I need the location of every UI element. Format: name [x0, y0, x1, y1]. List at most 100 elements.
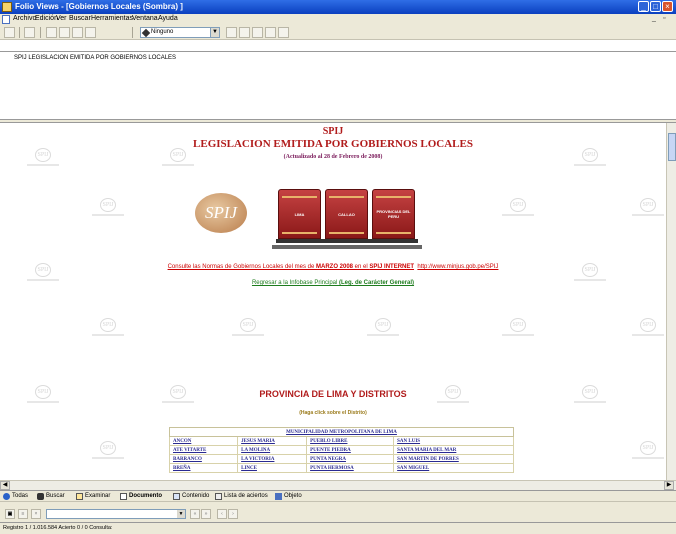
object-icon: [275, 493, 282, 500]
contents-icon[interactable]: [85, 27, 96, 38]
menu-buscar[interactable]: Buscar: [69, 15, 91, 22]
browse-icon: [76, 493, 83, 500]
district-link[interactable]: PUENTE PIEDRA: [306, 445, 395, 455]
return-link-target[interactable]: (Leg. de Carácter General): [339, 280, 414, 286]
consult-line: Consulte las Normas de Gobiernos Locales…: [167, 264, 499, 270]
district-link[interactable]: ATE VITARTE: [168, 445, 239, 455]
district-link[interactable]: JESUS MARIA: [237, 436, 308, 446]
binoculars-icon[interactable]: ▣: [5, 509, 15, 519]
district-link[interactable]: SAN LUIS: [393, 436, 514, 446]
vertical-scrollbar[interactable]: [666, 123, 676, 480]
menu-ventana[interactable]: Ventana: [132, 15, 158, 22]
watermark-logo: SPIJ: [230, 318, 266, 340]
forward-icon[interactable]: [59, 27, 70, 38]
tab-examinar[interactable]: Examinar: [75, 492, 110, 501]
spij-url-link[interactable]: http://www.minjus.gob.pe/SPIJ: [417, 264, 498, 270]
tab-todas[interactable]: Todas: [2, 492, 28, 501]
pencil-icon: [141, 28, 151, 38]
district-link[interactable]: PUEBLO LIBRE: [306, 436, 395, 446]
tab-lista-de-aciertos[interactable]: Lista de aciertos: [214, 492, 268, 501]
district-link[interactable]: BARRANCO: [168, 454, 239, 464]
tab-documento[interactable]: Documento: [119, 492, 162, 501]
menu-edicion[interactable]: Edición: [35, 15, 58, 22]
style-select[interactable]: Ninguno ▼: [140, 27, 220, 38]
district-link[interactable]: PUNTA HERMOSA: [306, 463, 395, 473]
table-header[interactable]: MUNICIPALIDAD METROPOLITANA DE LIMA: [169, 427, 514, 437]
horizontal-scrollbar[interactable]: ◀ ▶: [0, 480, 676, 490]
contents-icon: [173, 493, 180, 500]
query-input[interactable]: ▼: [46, 509, 186, 519]
scroll-left-icon[interactable]: ◀: [0, 481, 10, 490]
watermark-logo: SPIJ: [500, 198, 536, 220]
save-icon[interactable]: [4, 27, 15, 38]
scroll-thumb[interactable]: [668, 133, 676, 161]
watermark-logo: SPIJ: [630, 441, 666, 463]
district-link[interactable]: SAN MARTIN DE PORRES: [393, 454, 514, 464]
next-record-icon[interactable]: ›: [228, 509, 238, 519]
spij-brand: SPIJ: [322, 126, 344, 137]
close-button[interactable]: ×: [662, 1, 673, 12]
menu-bar: Archivo Edición Ver Buscar Herramientas …: [0, 14, 676, 25]
query-clear-icon[interactable]: ×: [31, 509, 41, 519]
shelf: [276, 239, 418, 243]
contents-entry[interactable]: SPIJ LEGISLACION EMITIDA POR GOBIERNOS L…: [14, 55, 176, 61]
document-icon: [120, 493, 127, 500]
query-options-icon[interactable]: ≡: [18, 509, 28, 519]
mdi-restore-icon[interactable]: ▫: [663, 15, 665, 22]
return-link[interactable]: Regresar a la Infobase Principal: [252, 280, 339, 286]
book-callao[interactable]: CALLAO: [325, 189, 368, 239]
document-icon[interactable]: [2, 15, 10, 24]
menu-ver[interactable]: Ver: [56, 15, 67, 22]
watermark-logo: SPIJ: [365, 318, 401, 340]
district-link[interactable]: ANCON: [168, 436, 239, 446]
watermark-logo: SPIJ: [630, 198, 666, 220]
app-icon: [2, 2, 12, 12]
highlight-icon[interactable]: [239, 27, 250, 38]
menu-archivo[interactable]: Archivo: [13, 15, 36, 22]
tab-objeto[interactable]: Objeto: [274, 492, 302, 501]
tab-contenido[interactable]: Contenido: [172, 492, 209, 501]
district-link[interactable]: PUNTA NEGRA: [306, 454, 395, 464]
help-icon[interactable]: [226, 27, 237, 38]
minimize-button[interactable]: _: [638, 1, 649, 12]
binoculars-icon: [37, 493, 44, 500]
next-hit-icon[interactable]: »: [201, 509, 211, 519]
prev-record-icon[interactable]: ‹: [217, 509, 227, 519]
table-row: ANCON JESUS MARIA PUEBLO LIBRE SAN LUIS: [168, 436, 514, 446]
district-link[interactable]: LINCE: [237, 463, 308, 473]
book-provincias[interactable]: PROVINCIAS DEL PERU: [372, 189, 415, 239]
menu-ayuda[interactable]: Ayuda: [158, 15, 178, 22]
document-pane: SPIJ SPIJ SPIJ SPIJ SPIJ SPIJ SPIJ SPIJ …: [0, 123, 666, 480]
district-link[interactable]: BREÑA: [168, 463, 239, 473]
menu-herramientas[interactable]: Herramientas: [91, 15, 133, 22]
shelf-base: [272, 245, 422, 249]
watermark-logo: SPIJ: [500, 318, 536, 340]
link-icon[interactable]: [265, 27, 276, 38]
style-select-value: Ninguno: [151, 29, 174, 35]
scroll-right-icon[interactable]: ▶: [664, 481, 674, 490]
bookmark-icon[interactable]: [278, 27, 289, 38]
districts-table: MUNICIPALIDAD METROPOLITANA DE LIMA ANCO…: [168, 427, 514, 473]
title-bar: Folio Views - [Gobiernos Locales (Sombra…: [0, 0, 676, 14]
watermark-logo: SPIJ: [630, 318, 666, 340]
mdi-minimize-icon[interactable]: _: [652, 15, 656, 22]
print-icon[interactable]: [24, 27, 35, 38]
first-hit-icon[interactable]: «: [190, 509, 200, 519]
watermark-logo: SPIJ: [90, 198, 126, 220]
district-link[interactable]: LA MOLINA: [237, 445, 308, 455]
district-link[interactable]: SANTA MARIA DEL MAR: [393, 445, 514, 455]
district-link[interactable]: SAN MIGUEL: [393, 463, 514, 473]
view-tabs: Todas Buscar Examinar Documento Contenid…: [0, 490, 676, 501]
note-icon[interactable]: [252, 27, 263, 38]
table-row: BREÑA LINCE PUNTA HERMOSA SAN MIGUEL: [168, 463, 514, 473]
books-illustration: LIMA CALLAO PROVINCIAS DEL PERU: [272, 185, 422, 251]
undo-icon[interactable]: [72, 27, 83, 38]
maximize-button[interactable]: □: [650, 1, 661, 12]
tab-buscar[interactable]: Buscar: [36, 492, 65, 501]
district-link[interactable]: LA VICTORIA: [237, 454, 308, 464]
book-lima[interactable]: LIMA: [278, 189, 321, 239]
chevron-down-icon[interactable]: ▼: [177, 510, 185, 518]
province-hint: (Haga click sobre el Distrito): [299, 410, 367, 416]
back-icon[interactable]: [46, 27, 57, 38]
chevron-down-icon[interactable]: ▼: [210, 28, 219, 37]
